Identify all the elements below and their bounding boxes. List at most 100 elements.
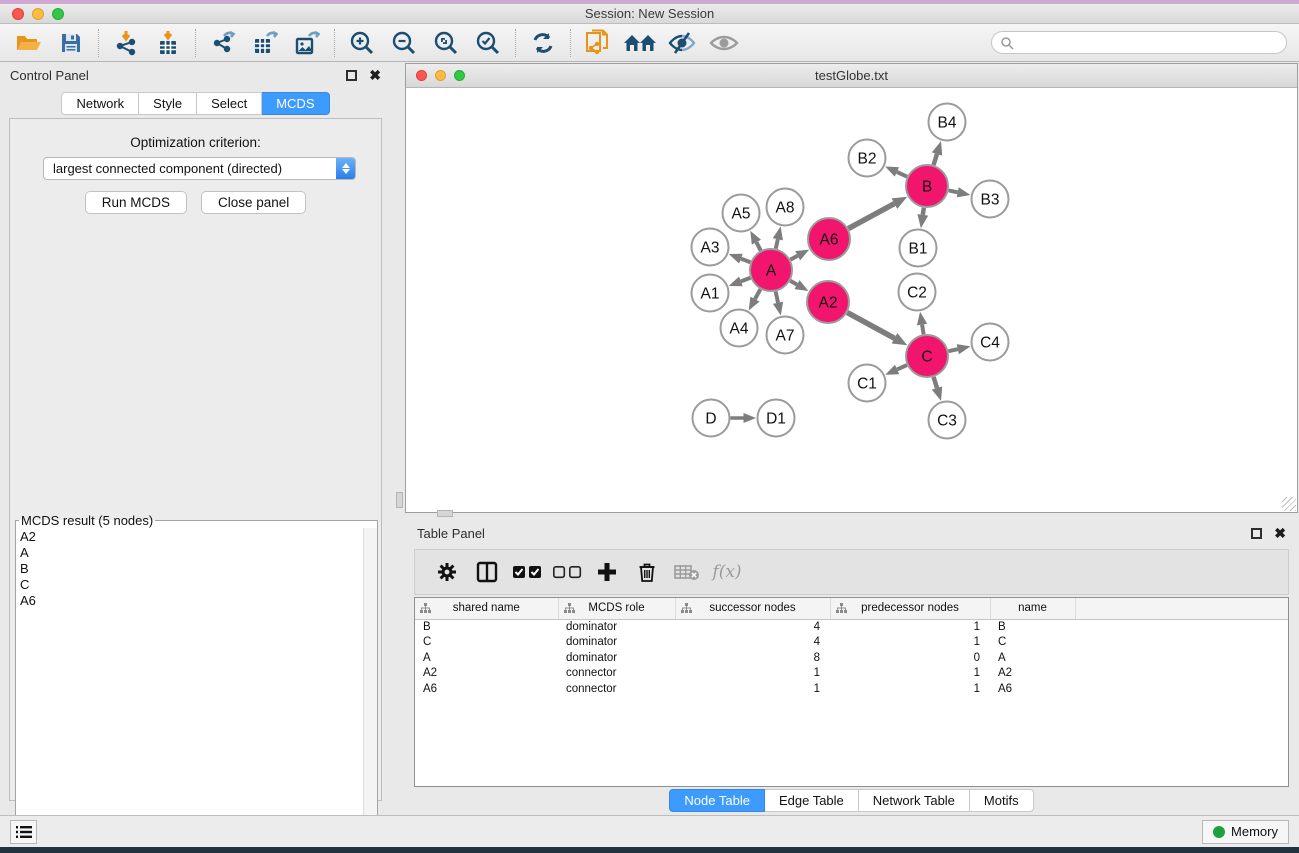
edge-A-A8[interactable]	[776, 239, 778, 248]
table-cell[interactable]: connector	[558, 666, 675, 682]
import-table-button[interactable]	[147, 26, 189, 60]
select-all-button[interactable]	[507, 554, 547, 590]
export-table-button[interactable]	[244, 26, 286, 60]
show-hidden-button[interactable]	[703, 26, 745, 60]
table-cell[interactable]: B	[415, 619, 558, 635]
search-box[interactable]	[991, 31, 1287, 54]
table-cell[interactable]: A2	[990, 666, 1075, 682]
table-cell[interactable]: C	[415, 635, 558, 651]
zoom-in-button[interactable]	[341, 26, 383, 60]
add-column-button[interactable]	[587, 554, 627, 590]
table-cell[interactable]: 4	[675, 635, 830, 651]
table-cell[interactable]: 0	[830, 650, 990, 666]
edge-A-A7[interactable]	[776, 292, 778, 303]
delete-column-button[interactable]	[627, 554, 667, 590]
table-row[interactable]: A2connector11A2	[415, 666, 1288, 682]
table-cell[interactable]: A	[415, 650, 558, 666]
edge-A-A2[interactable]	[790, 281, 797, 285]
edge-A-A5[interactable]	[756, 242, 760, 250]
edge-B-B3[interactable]	[949, 190, 958, 192]
edge-C-C3[interactable]	[934, 377, 937, 388]
tab-mcds[interactable]: MCDS	[262, 92, 329, 115]
edge-A-A4[interactable]	[755, 289, 760, 299]
table-row[interactable]: Cdominator41C	[415, 635, 1288, 651]
table-cell[interactable]: C	[990, 635, 1075, 651]
task-history-button[interactable]	[10, 820, 37, 844]
edge-A6-B[interactable]	[848, 204, 894, 229]
table-cell[interactable]: B	[990, 619, 1075, 635]
edge-A-A1[interactable]	[741, 278, 751, 282]
table-cell[interactable]: 1	[830, 681, 990, 697]
column-header-name[interactable]: name	[990, 598, 1075, 619]
table-cell[interactable]: A	[990, 650, 1075, 666]
table-row[interactable]: Adominator80A	[415, 650, 1288, 666]
export-network-button[interactable]	[202, 26, 244, 60]
delete-table-button[interactable]	[667, 554, 707, 590]
table-cell[interactable]: 4	[675, 619, 830, 635]
table-cell[interactable]: A2	[415, 666, 558, 682]
table-cell[interactable]: 1	[675, 666, 830, 682]
mcds-list-scrollbar[interactable]	[363, 528, 377, 851]
run-mcds-button[interactable]: Run MCDS	[85, 191, 187, 214]
table-cell[interactable]: connector	[558, 681, 675, 697]
mcds-result-item[interactable]: A6	[20, 593, 359, 609]
tab-network[interactable]: Network	[61, 92, 139, 115]
tab-edge-table[interactable]: Edge Table	[765, 789, 859, 812]
table-cell[interactable]: 1	[830, 666, 990, 682]
export-image-button[interactable]	[286, 26, 328, 60]
edge-C-C1[interactable]	[897, 365, 907, 369]
save-session-button[interactable]	[50, 26, 92, 60]
memory-button[interactable]: Memory	[1202, 820, 1289, 844]
hide-selected-button[interactable]	[661, 26, 703, 60]
refresh-button[interactable]	[522, 26, 564, 60]
deselect-all-button[interactable]	[547, 554, 587, 590]
column-header-MCDS-role[interactable]: MCDS role	[558, 598, 675, 619]
mcds-result-item[interactable]: A	[20, 545, 359, 561]
edge-B-B2[interactable]	[897, 172, 907, 177]
mcds-result-item[interactable]: A2	[20, 529, 359, 545]
network-canvas[interactable]: B4B2BB3A5A8A6A3B1AA1C2A2A4A7C4CC1C3DD1	[406, 88, 1297, 512]
panel-divider-grip[interactable]	[396, 492, 403, 508]
split-table-button[interactable]	[467, 554, 507, 590]
optimization-criterion-select[interactable]: largest connected component (directed)	[43, 157, 356, 180]
tab-style[interactable]: Style	[139, 92, 197, 115]
column-settings-button[interactable]	[427, 554, 467, 590]
table-cell[interactable]: A6	[415, 681, 558, 697]
column-header-successor-nodes[interactable]: successor nodes	[675, 598, 830, 619]
float-table-panel-icon[interactable]	[1251, 528, 1262, 539]
table-cell[interactable]: dominator	[558, 619, 675, 635]
tab-motifs[interactable]: Motifs	[970, 789, 1034, 812]
table-row[interactable]: A6connector11A6	[415, 681, 1288, 697]
table-cell[interactable]: A6	[990, 681, 1075, 697]
table-cell[interactable]: 1	[830, 635, 990, 651]
tab-network-table[interactable]: Network Table	[859, 789, 970, 812]
mcds-result-item[interactable]: C	[20, 577, 359, 593]
window-resize-grip[interactable]	[1282, 497, 1296, 511]
search-input[interactable]	[1014, 36, 1278, 50]
edge-A2-C[interactable]	[847, 313, 894, 339]
mcds-result-list[interactable]: A2ABCA6	[16, 528, 363, 851]
close-table-panel-icon[interactable]: ✖	[1274, 528, 1286, 539]
table-cell[interactable]: dominator	[558, 635, 675, 651]
edge-A-A6[interactable]	[790, 256, 797, 260]
horizontal-divider-grip[interactable]	[437, 510, 453, 517]
close-panel-icon[interactable]: ✖	[369, 70, 381, 81]
edge-B-B1[interactable]	[923, 208, 924, 215]
table-cell[interactable]: 8	[675, 650, 830, 666]
mcds-result-item[interactable]: B	[20, 561, 359, 577]
edge-B-B4[interactable]	[934, 154, 937, 165]
open-session-button[interactable]	[8, 26, 50, 60]
table-cell[interactable]: 1	[830, 619, 990, 635]
tab-node-table[interactable]: Node Table	[669, 789, 765, 812]
zoom-out-button[interactable]	[383, 26, 425, 60]
edge-C-C2[interactable]	[922, 325, 924, 335]
column-header-shared-name[interactable]: shared name	[415, 598, 558, 619]
table-cell[interactable]: dominator	[558, 650, 675, 666]
zoom-selected-button[interactable]	[467, 26, 509, 60]
column-header-predecessor-nodes[interactable]: predecessor nodes	[830, 598, 990, 619]
apply-function-button[interactable]: f(x)	[707, 554, 747, 590]
float-panel-icon[interactable]	[346, 70, 357, 81]
import-network-button[interactable]	[105, 26, 147, 60]
edge-C-C4[interactable]	[948, 349, 957, 351]
zoom-fit-button[interactable]	[425, 26, 467, 60]
